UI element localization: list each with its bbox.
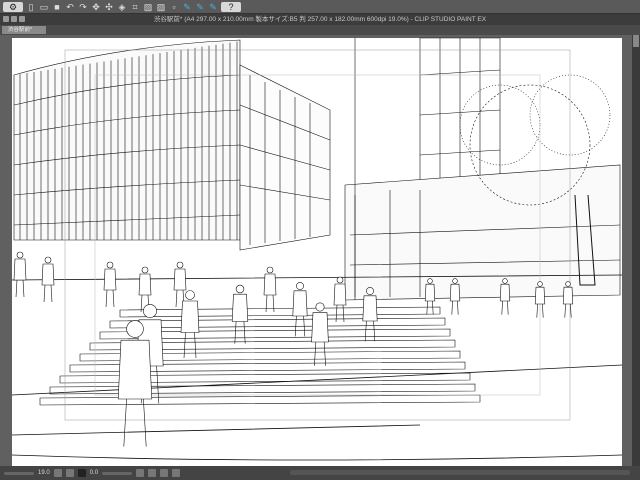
zoom-slider[interactable] <box>4 471 34 475</box>
minimize-icon[interactable] <box>11 16 17 22</box>
building-left <box>13 39 241 241</box>
maximize-icon[interactable] <box>19 16 25 22</box>
pen3-icon[interactable]: ✎ <box>208 2 218 12</box>
crop-icon[interactable]: ⌗ <box>130 2 140 12</box>
pen2-icon[interactable]: ✎ <box>195 2 205 12</box>
reset-rotation-button[interactable] <box>160 469 169 477</box>
fill-icon[interactable]: ◈ <box>117 2 127 12</box>
horizontal-scrollbar[interactable] <box>290 470 630 475</box>
title-bar: 渋谷駅前* (A4 297.00 x 210.00mm 製本サイズ:B5 判 2… <box>0 14 640 25</box>
window-title: 渋谷駅前* (A4 297.00 x 210.00mm 製本サイズ:B5 判 2… <box>153 16 487 23</box>
layer3-icon[interactable]: ▫ <box>169 2 179 12</box>
rotate-right-button[interactable] <box>148 469 157 477</box>
help-icon[interactable]: ? <box>221 1 241 12</box>
pen-icon[interactable]: ✎ <box>182 2 192 12</box>
fit-button[interactable] <box>77 469 86 477</box>
tab-bar: 渋谷駅前* <box>0 25 640 35</box>
menu-icon[interactable]: ⚙ <box>3 1 23 12</box>
vertical-scrollbar[interactable] <box>632 35 640 466</box>
rotation-slider[interactable] <box>102 471 133 475</box>
flip-button[interactable] <box>172 469 181 477</box>
new-icon[interactable]: ▯ <box>26 2 36 12</box>
rotate-left-button[interactable] <box>136 469 145 477</box>
zoom-value[interactable]: 19.0 <box>38 470 50 476</box>
canvas-area[interactable] <box>0 35 632 466</box>
save-icon[interactable]: ■ <box>52 2 62 12</box>
undo-icon[interactable]: ↶ <box>65 2 75 12</box>
zoom-out-button[interactable] <box>53 469 62 477</box>
zoom-in-button[interactable] <box>65 469 74 477</box>
transform-icon[interactable]: ✥ <box>91 2 101 12</box>
tab-document[interactable]: 渋谷駅前* <box>2 26 46 34</box>
layer2-icon[interactable]: ▨ <box>156 2 166 12</box>
toolbar: ⚙ ▯ ▭ ■ ↶ ↷ ✥ ✣ ◈ ⌗ ▨ ▨ ▫ ✎ ✎ ✎ ? <box>0 0 640 14</box>
open-icon[interactable]: ▭ <box>39 2 49 12</box>
close-icon[interactable] <box>3 16 9 22</box>
canvas-artwork <box>11 37 623 466</box>
rotation-value[interactable]: 0.0 <box>90 470 98 476</box>
move-icon[interactable]: ✣ <box>104 2 114 12</box>
layer-icon[interactable]: ▨ <box>143 2 153 12</box>
redo-icon[interactable]: ↷ <box>78 2 88 12</box>
